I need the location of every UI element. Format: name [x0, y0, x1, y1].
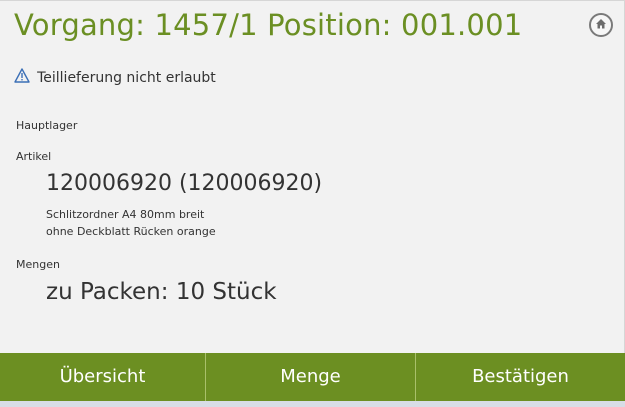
confirm-button[interactable]: Bestätigen: [416, 353, 625, 401]
warehouse-label: Hauptlager: [16, 119, 78, 132]
quantities-label: Mengen: [16, 258, 60, 271]
overview-button[interactable]: Übersicht: [0, 353, 206, 401]
warning-message: Teillieferung nicht erlaubt: [14, 67, 216, 89]
warning-text: Teillieferung nicht erlaubt: [37, 70, 216, 86]
bottom-strip: [0, 401, 625, 407]
app-frame: Vorgang: 1457/1 Position: 001.001 Teilli…: [0, 0, 625, 407]
home-icon: [596, 19, 606, 29]
article-description-line1: Schlitzordner A4 80mm breit: [46, 208, 205, 221]
article-label: Artikel: [16, 150, 52, 163]
quantity-to-pack: zu Packen: 10 Stück: [46, 279, 277, 305]
article-number: 120006920 (120006920): [46, 171, 323, 196]
quantity-button[interactable]: Menge: [206, 353, 416, 401]
article-description-line2: ohne Deckblatt Rücken orange: [46, 225, 216, 238]
page-title: Vorgang: 1457/1 Position: 001.001: [14, 8, 523, 42]
warning-triangle-icon: [14, 68, 30, 87]
home-button[interactable]: [589, 13, 613, 37]
bottom-toolbar: Übersicht Menge Bestätigen: [0, 353, 625, 401]
